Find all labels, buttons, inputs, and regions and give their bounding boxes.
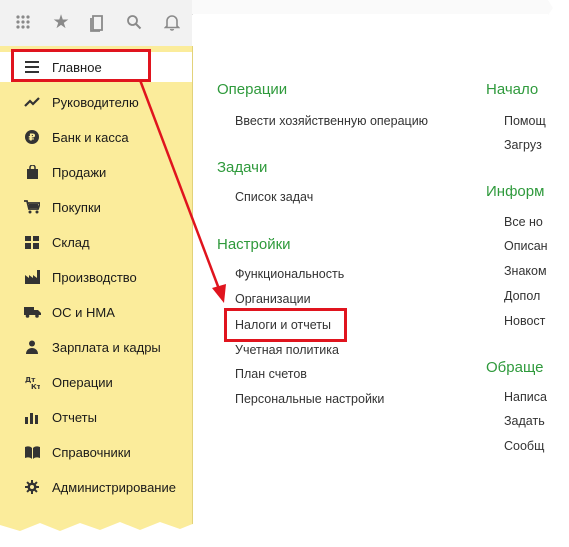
section-title-settings: Настройки [217, 236, 291, 253]
svg-text:₽: ₽ [29, 133, 36, 144]
book-icon [22, 444, 42, 460]
sidebar-item-label: Операции [52, 374, 113, 390]
link-help[interactable]: Помощ [504, 114, 546, 128]
bell-icon[interactable] [163, 14, 181, 32]
gear-icon [22, 479, 42, 495]
sidebar-item-label: Руководителю [52, 94, 139, 110]
sidebar-item-label: Администрирование [52, 479, 176, 495]
link-news[interactable]: Новост [504, 314, 545, 328]
cart-icon [22, 199, 42, 215]
history-icon[interactable] [88, 14, 106, 32]
sidebar-item-label: ОС и НМА [52, 304, 115, 320]
dt-kt-icon: Дт Кт [22, 374, 42, 390]
link-all-news[interactable]: Все но [504, 215, 543, 229]
sidebar-item-admin[interactable]: Администрирование [0, 472, 192, 502]
people-icon [22, 339, 42, 355]
top-toolbar: ★ [0, 0, 192, 47]
highlight-box-main [11, 49, 151, 82]
link-enter-operation[interactable]: Ввести хозяйственную операцию [235, 114, 428, 128]
link-intro[interactable]: Знаком [504, 264, 547, 278]
sidebar-item-sales[interactable]: Продажи [0, 157, 192, 187]
sidebar-item-label: Справочники [52, 444, 131, 460]
link-functionality[interactable]: Функциональность [235, 267, 344, 281]
warehouse-icon [22, 234, 42, 250]
sidebar-item-payroll[interactable]: Зарплата и кадры [0, 332, 192, 362]
link-report[interactable]: Сообщ [504, 439, 544, 453]
link-accounting-policy[interactable]: Учетная политика [235, 343, 339, 357]
search-icon[interactable] [125, 14, 143, 32]
sidebar-item-label: Склад [52, 234, 90, 250]
link-write[interactable]: Написа [504, 390, 547, 404]
sidebar: Главное Руководителю ₽ Банк и касса Прод… [0, 46, 193, 531]
trend-icon [22, 94, 42, 110]
link-task-list[interactable]: Список задач [235, 190, 313, 204]
svg-text:Кт: Кт [31, 383, 40, 390]
section-title-info: Информ [486, 183, 545, 200]
star-icon[interactable]: ★ [52, 13, 70, 32]
sidebar-item-manager[interactable]: Руководителю [0, 87, 192, 117]
sidebar-item-label: Покупки [52, 199, 101, 215]
main-panel: Операции Ввести хозяйственную операцию З… [193, 14, 554, 531]
sidebar-item-fixed-assets[interactable]: ОС и НМА [0, 297, 192, 327]
sidebar-item-warehouse[interactable]: Склад [0, 227, 192, 257]
link-additional[interactable]: Допол [504, 289, 540, 303]
sidebar-item-operations[interactable]: Дт Кт Операции [0, 367, 192, 397]
sidebar-item-bank[interactable]: ₽ Банк и касса [0, 122, 192, 152]
sidebar-item-purchases[interactable]: Покупки [0, 192, 192, 222]
link-load[interactable]: Загруз [504, 138, 542, 152]
screenshot-area: ★ Главное Руководителю ₽ Банк и касса Пр… [0, 0, 554, 531]
section-title-tasks: Задачи [217, 159, 268, 176]
section-title-operations: Операции [217, 81, 288, 98]
apps-grid-icon[interactable] [14, 14, 32, 32]
factory-icon [22, 269, 42, 285]
bag-icon [22, 164, 42, 180]
ruble-icon: ₽ [22, 129, 42, 145]
sidebar-item-reports[interactable]: Отчеты [0, 402, 192, 432]
bar-chart-icon [22, 409, 42, 425]
section-title-start: Начало [486, 81, 539, 98]
sidebar-item-label: Банк и касса [52, 129, 129, 145]
sidebar-item-label: Зарплата и кадры [52, 339, 161, 355]
sidebar-item-label: Отчеты [52, 409, 97, 425]
sidebar-item-references[interactable]: Справочники [0, 437, 192, 467]
link-organizations[interactable]: Организации [235, 292, 311, 306]
link-chart-of-accounts[interactable]: План счетов [235, 367, 307, 381]
highlight-box-taxes [224, 308, 347, 342]
sidebar-item-production[interactable]: Производство [0, 262, 192, 292]
truck-icon [22, 304, 42, 320]
section-title-requests: Обраще [486, 359, 544, 376]
window-top-strip [192, 0, 554, 15]
link-description[interactable]: Описан [504, 239, 548, 253]
sidebar-item-label: Продажи [52, 164, 107, 180]
link-personal-settings[interactable]: Персональные настройки [235, 392, 384, 406]
link-ask[interactable]: Задать [504, 414, 545, 428]
sidebar-item-label: Производство [52, 269, 137, 285]
